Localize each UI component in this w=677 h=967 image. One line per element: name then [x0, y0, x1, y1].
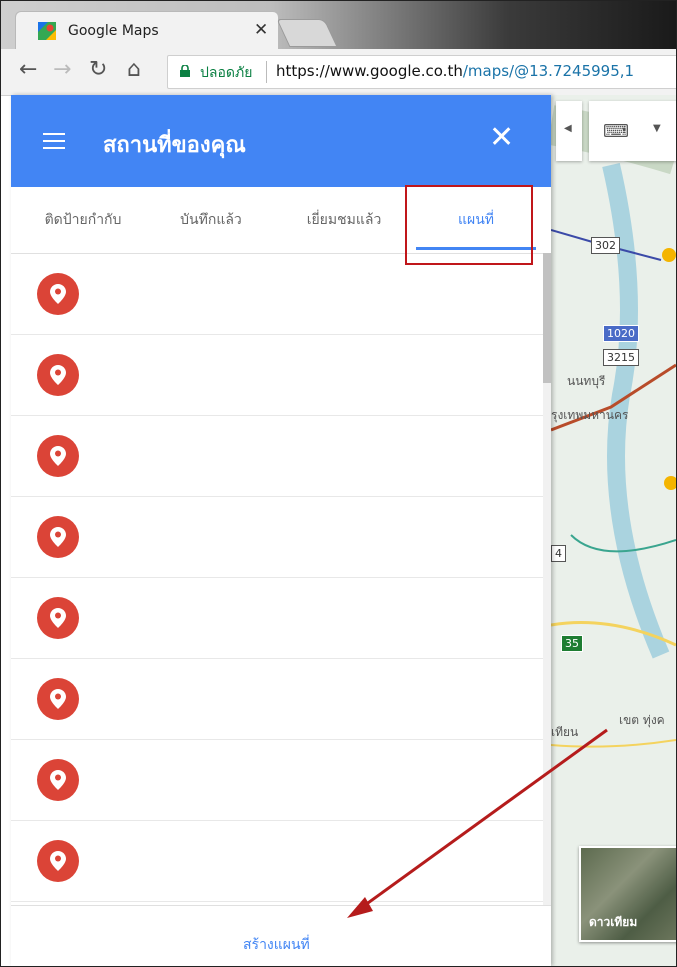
- annotation-arrow: [347, 728, 608, 918]
- browser-window: Google Maps ✕ ← → ↻ ⌂ ปลอดภัย https://ww…: [0, 0, 677, 967]
